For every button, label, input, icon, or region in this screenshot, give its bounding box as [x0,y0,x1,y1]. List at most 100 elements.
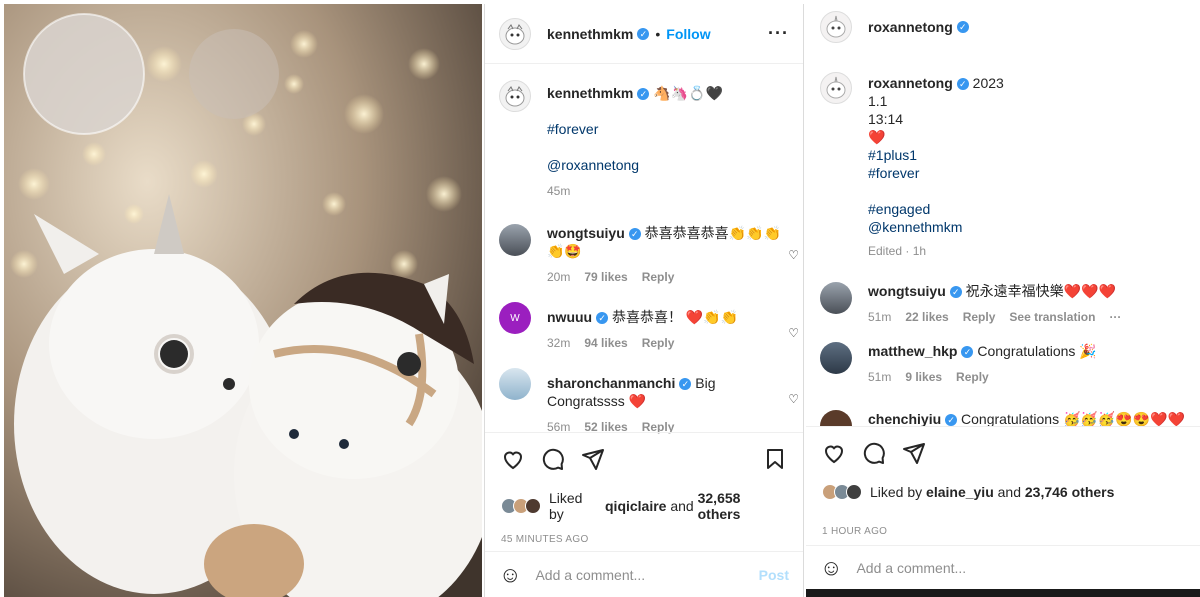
comment-likes[interactable]: 79 likes [584,268,627,286]
action-bar [806,428,1200,478]
post-comment-button[interactable]: Post [759,567,789,583]
likes-summary: Liked by elaine_yiu and 23,746 others [806,484,1200,500]
comment-likes[interactable]: 94 likes [584,334,627,352]
caption-time-text: 13:14 [868,111,904,127]
liked-others[interactable]: 23,746 others [1025,484,1115,500]
mention-roxannetong[interactable]: @roxannetong [547,156,789,174]
kenneth-post-panel: kennethmkm ✓ • Follow ··· kennethmkm ✓ 🐴🦄… [484,4,804,597]
comment-more-icon[interactable]: ··· [1109,308,1121,326]
avatar[interactable] [820,11,852,43]
reply-button[interactable]: Reply [963,308,996,326]
add-comment-input[interactable]: Add a comment... [535,567,645,583]
liked-by-text: Liked by [870,484,923,500]
avatar[interactable] [820,342,852,374]
comment-time: 20m [547,270,571,284]
see-translation-button[interactable]: See translation [1009,308,1095,326]
comment-username[interactable]: wongtsuiyu [868,283,946,299]
verified-badge-icon: ✓ [949,286,962,299]
emoji-icon[interactable]: ☺ [499,562,521,588]
add-comment-input[interactable]: Add a comment... [856,560,966,576]
save-bookmark-icon[interactable] [763,447,787,471]
caption-username[interactable]: roxannetong [868,75,953,91]
post-author-username[interactable]: roxannetong [868,19,953,35]
bottom-edge [806,589,1200,597]
comment-likes[interactable]: 9 likes [905,368,942,386]
verified-badge-icon: ✓ [956,21,969,33]
comment-username[interactable]: matthew_hkp [868,343,957,359]
verified-badge-icon: ✓ [628,228,641,241]
comment-partial: chenchiyiu ✓ Congratulations 🥳🥳🥳😍😍❤️❤️ [806,404,1200,426]
liked-by-user[interactable]: elaine_yiu [926,484,994,500]
action-bar [485,434,803,484]
caption-edited: Edited · 1h [868,244,927,258]
comment-time: 51m [868,310,892,324]
follow-button[interactable]: Follow [666,26,710,42]
liked-by-user[interactable]: qiqiclaire [605,498,666,514]
comment: wongtsuiyu ✓ 祝永遠幸福快樂❤️❤️❤️ 51m 22 likes Rep… [806,282,1200,326]
reply-button[interactable]: Reply [642,268,675,286]
more-options-icon[interactable]: ··· [768,23,789,44]
avatar[interactable]: W [499,302,531,334]
verified-badge-icon: ✓ [961,346,974,359]
comment-text: 恭喜恭喜！ ❤️👏👏 [612,309,739,325]
avatar[interactable] [820,282,852,314]
comment-username[interactable]: chenchiyiu [868,411,941,426]
comment-likes[interactable]: 22 likes [905,308,948,326]
caption-date: 1.1 [868,93,888,109]
verified-badge-icon: ✓ [637,88,650,101]
verified-badge-icon: ✓ [637,27,650,40]
hashtag-forever[interactable]: #forever [868,164,1186,182]
share-icon[interactable] [581,447,605,471]
hashtag-engaged[interactable]: #engaged [868,200,1186,218]
caption-username[interactable]: kennethmkm [547,85,633,101]
comment-icon[interactable] [862,441,886,465]
avatar[interactable] [499,224,531,256]
post-photo[interactable] [4,4,482,597]
emoji-icon[interactable]: ☺ [820,555,842,581]
caption-emoji: 🐴🦄💍🖤 [653,85,723,101]
verified-badge-icon: ✓ [679,378,692,391]
post-header: roxannetong ✓ [806,0,1200,54]
avatar[interactable] [820,410,852,426]
avatar[interactable] [499,368,531,400]
comment-username[interactable]: sharonchanmanchi [547,375,675,391]
reply-button[interactable]: Reply [642,334,675,352]
reply-button[interactable]: Reply [956,368,989,386]
divider [806,426,1200,427]
comment-username[interactable]: nwuuu [547,309,592,325]
avatar[interactable] [499,17,531,50]
like-comment-icon[interactable]: ♡ [788,248,799,262]
mention-kennethmkm[interactable]: @kennethmkm [868,218,1186,236]
comment-text: 祝永遠幸福快樂❤️❤️❤️ [965,283,1116,299]
like-comment-icon[interactable]: ♡ [788,392,799,406]
comment: wongtsuiyu ✓ 恭喜恭喜恭喜👏👏👏👏🤩 20m 79 likes Reply… [485,224,803,286]
post-header: kennethmkm ✓ • Follow ··· [485,4,803,64]
comment-text: Congratulations 🎉 [977,343,1097,359]
hashtag-1plus1[interactable]: #1plus1 [868,146,1186,164]
share-icon[interactable] [902,441,926,465]
verified-badge-icon: ✓ [596,312,609,325]
comment-username[interactable]: wongtsuiyu [547,225,625,241]
liked-others[interactable]: 32,658 others [698,490,787,522]
avatar[interactable] [499,80,531,112]
verified-badge-icon: ✓ [945,414,958,426]
liked-by-text: Liked by [549,490,583,522]
like-icon[interactable] [501,447,525,471]
comment: matthew_hkp ✓ Congratulations 🎉 51m 9 like… [806,342,1200,386]
separator-dot: • [655,25,661,42]
caption: kennethmkm ✓ 🐴🦄💍🖤 #forever @roxannetong 4… [485,80,803,200]
comment: W nwuuu ✓ 恭喜恭喜！ ❤️👏👏 32m 94 likes Reply ♡ [485,302,803,352]
avatar[interactable] [820,72,852,104]
liker-avatars [501,498,541,514]
like-icon[interactable] [822,441,846,465]
likes-summary: Liked by qiqiclaire and 32,658 others [485,490,803,522]
comment: sharonchanmanchi ✓ Big Congratssss ❤️ 56m… [485,368,803,436]
like-comment-icon[interactable]: ♡ [788,326,799,340]
liked-and-text: and [997,484,1021,500]
hashtag-forever[interactable]: #forever [547,120,789,138]
post-author-username[interactable]: kennethmkm [547,26,633,42]
comment-icon[interactable] [541,447,565,471]
verified-badge-icon: ✓ [956,78,969,91]
plush-toys-image [4,4,482,597]
post-timestamp: 1 HOUR AGO [822,526,888,537]
